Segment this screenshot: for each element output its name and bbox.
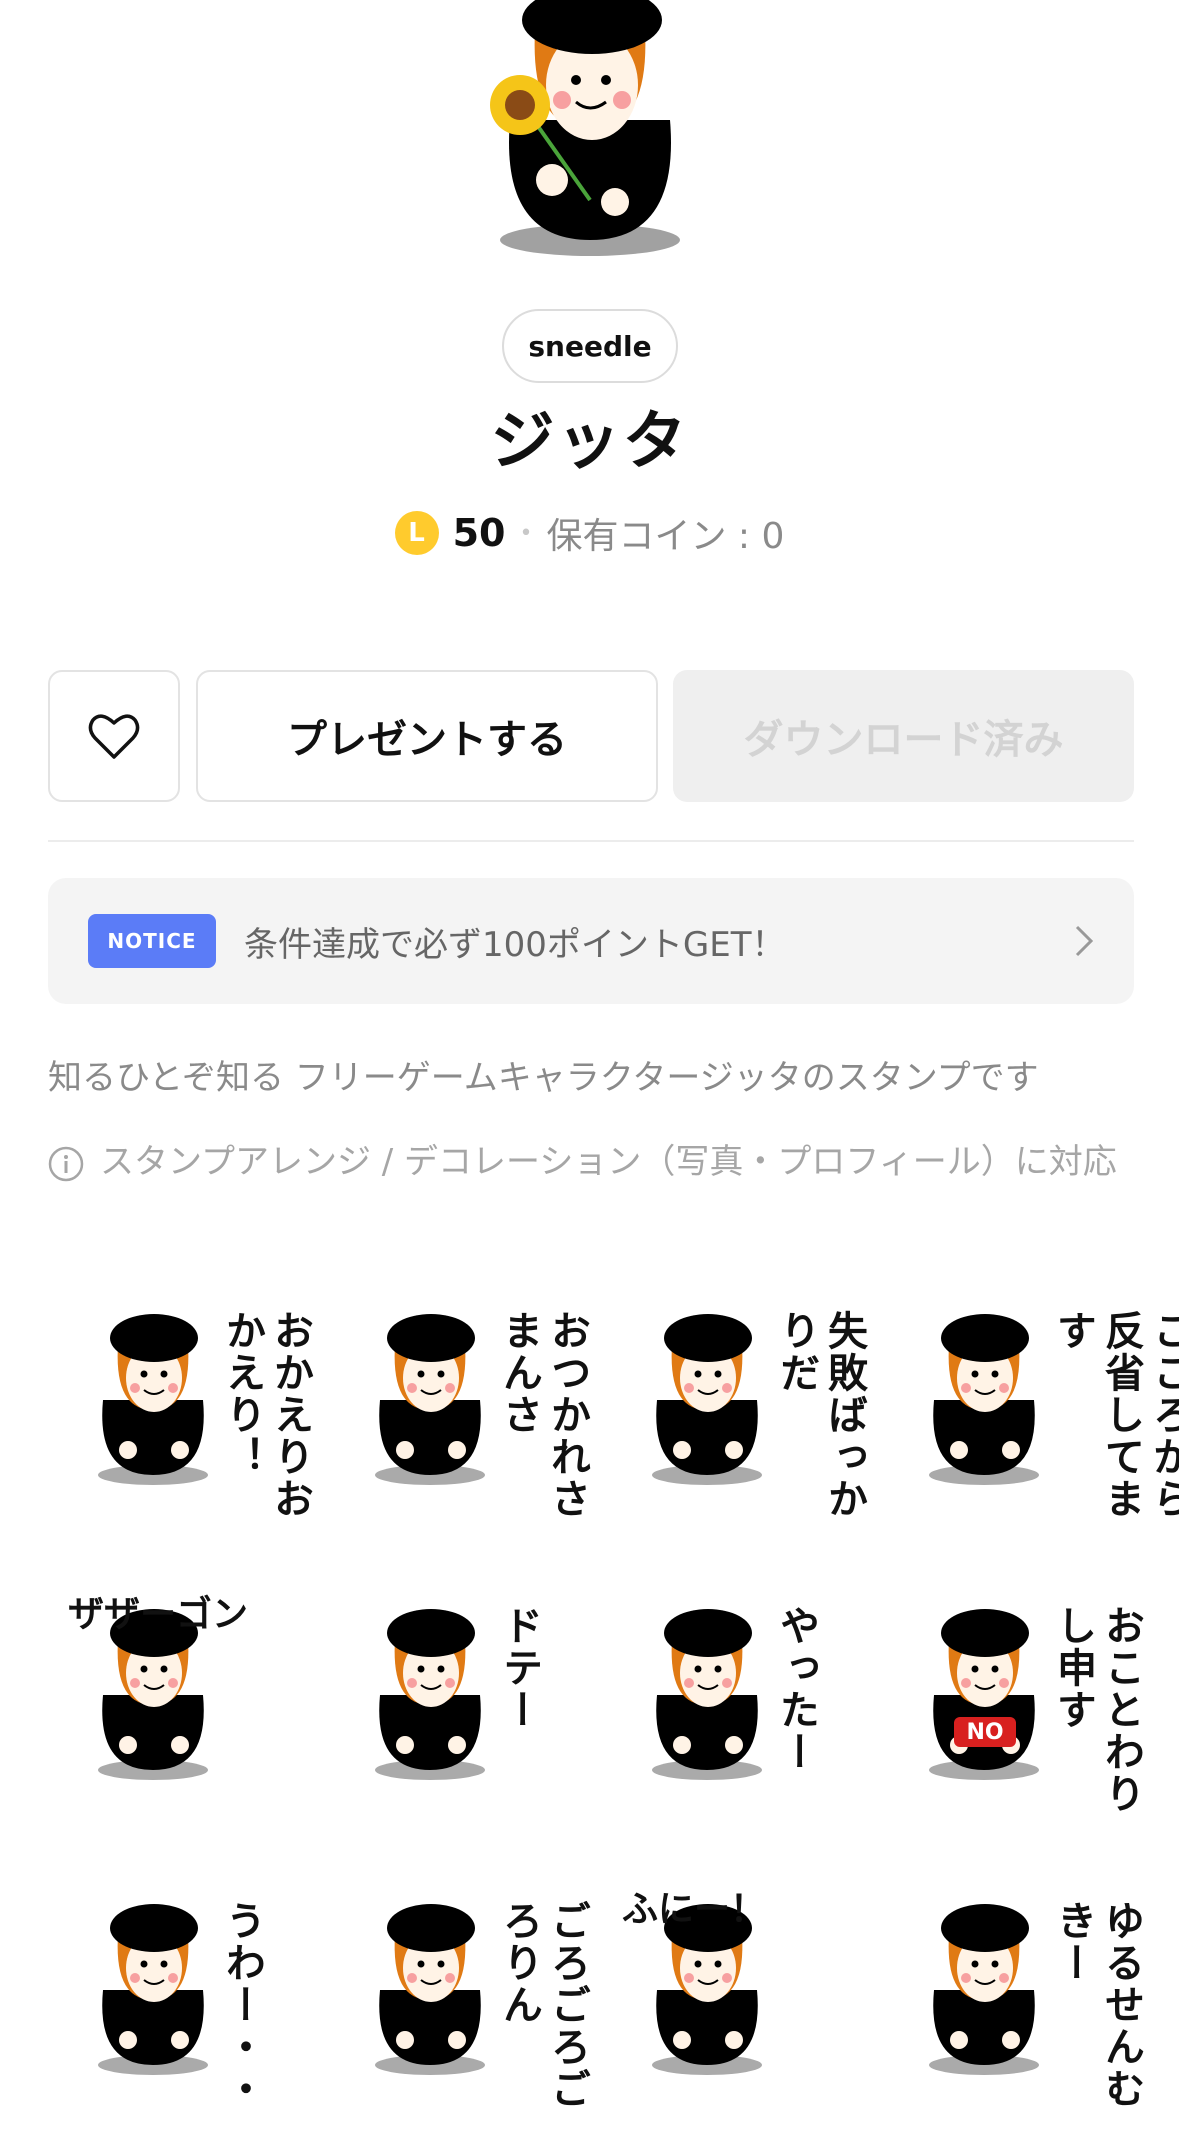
heart-icon [88,714,140,759]
coin-icon: L [394,511,439,555]
feature-text: スタンプアレンジ / デコレーション（写真・プロフィール）に対応 [100,1142,1117,1182]
feature-note: スタンプアレンジ / デコレーション（写真・プロフィール）に対応 [48,1140,1134,1184]
description: 知るひとぞ知る フリーゲームキャラクタージッタのスタンプです [48,1058,1039,1098]
page-title: ジッタ [490,405,689,479]
sticker-main-image [0,0,1179,300]
sticker-item[interactable]: ゆるせんむきー [879,1870,1144,2130]
download-button[interactable]: ダウンロード済み [673,670,1134,802]
notice-badge: NOTICE [88,914,216,968]
sticker-character-icon: NO [929,1609,1039,1780]
sticker-character-icon [98,1314,208,1485]
author-pill[interactable]: sneedle [502,309,678,383]
sticker-item[interactable]: うわー・・ [48,1870,308,2130]
price-row: L 50 • 保有コイン : 0 [0,508,1179,558]
sticker-text: こころから反省してます [1050,1310,1179,1520]
sticker-item[interactable]: NO おことわりし申す [879,1575,1144,1835]
sticker-item[interactable]: おかえりおかえり！ [48,1280,313,1540]
author-name: sneedle [528,329,652,363]
sticker-character-icon [929,1314,1039,1485]
price-separator: • [519,520,533,546]
sticker-text: ザザーゴン [68,1594,249,1635]
sticker-item[interactable]: こころから反省してます [879,1280,1179,1540]
sticker-item[interactable]: ふにー！ [602,1870,862,2130]
price-amount: 50 [452,511,506,555]
sticker-item[interactable]: おつかれさまんさ [325,1280,590,1540]
svg-text:NO: NO [966,1720,1003,1745]
notice-banner[interactable]: NOTICE 条件達成で必ず100ポイントGET！ [48,878,1134,1004]
sticker-text: ドテー [496,1605,542,1731]
sticker-item[interactable]: 失敗ばっかりだ [602,1280,867,1540]
sticker-character-icon [375,1904,485,2075]
chevron-right-icon [1075,925,1094,957]
notice-text: 条件達成で必ず100ポイントGET！ [244,924,786,965]
sticker-text: ごろごろごろりん [496,1900,590,2110]
divider [48,840,1134,842]
sticker-text: やったー [773,1605,819,1773]
sticker-character-icon [375,1314,485,1485]
sticker-text: おことわりし申す [1050,1605,1144,1815]
sticker-character-icon [375,1609,485,1780]
gift-button[interactable]: プレゼントする [196,670,658,802]
sticker-item[interactable]: ごろごろごろりん [325,1870,590,2130]
like-button[interactable] [48,670,180,802]
sticker-character-icon [929,1904,1039,2075]
sticker-character-icon [98,1904,208,2075]
sticker-character-icon [652,1314,762,1485]
sticker-text: おかえりおかえり！ [219,1310,313,1520]
sticker-text: ふにー！ [622,1889,767,1930]
sticker-item[interactable]: ドテー [325,1575,585,1835]
owned-coins: 保有コイン : 0 [546,516,785,557]
sticker-text: ゆるせんむきー [1050,1900,1144,2110]
sticker-text: 失敗ばっかりだ [773,1310,867,1520]
sticker-item[interactable]: ザザーゴン [48,1575,308,1835]
sticker-character-icon [652,1609,762,1780]
sticker-text: おつかれさまんさ [496,1310,590,1520]
sticker-item[interactable]: やったー [602,1575,862,1835]
info-icon [48,1146,84,1182]
sticker-text: うわー・・ [219,1900,265,2110]
